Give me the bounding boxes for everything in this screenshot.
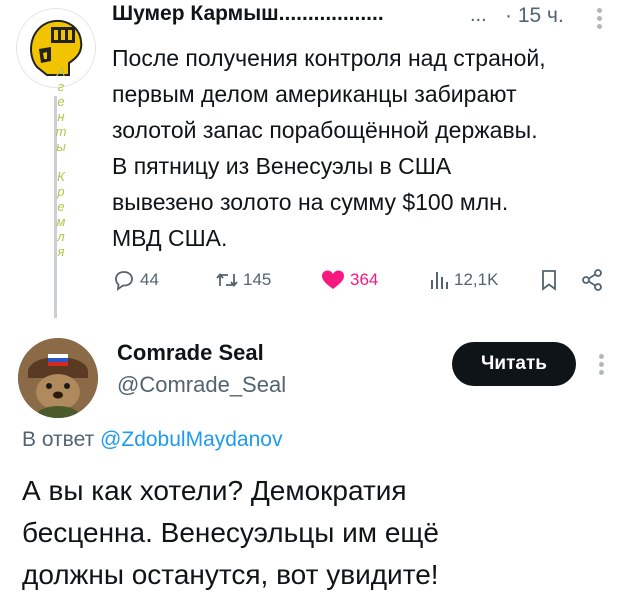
heart-icon <box>322 270 344 289</box>
vertical-label-letter: ы <box>56 139 66 154</box>
vertical-label: АгентыКремля <box>51 64 71 259</box>
author-name[interactable]: Шумер Кармыш.................. <box>112 2 384 26</box>
author-name[interactable]: Comrade Seal <box>117 340 264 366</box>
more-options-icon[interactable] <box>597 8 603 30</box>
author-avatar[interactable] <box>18 338 98 418</box>
bookmark-button[interactable] <box>538 268 560 292</box>
vertical-label-letter: е <box>57 94 65 109</box>
more-options-icon[interactable] <box>599 354 605 376</box>
vertical-label-letter: н <box>57 109 65 124</box>
repost-button[interactable]: 145 <box>214 268 271 292</box>
tweet-actions: 44 145 364 12,1K <box>112 268 612 298</box>
reply-icon <box>115 271 133 291</box>
vertical-label-letter: л <box>57 229 65 244</box>
bookmark-icon <box>542 270 556 291</box>
vertical-label-letter: м <box>56 214 66 229</box>
vertical-label-letter: А <box>56 64 66 79</box>
follow-button[interactable]: Читать <box>452 342 576 386</box>
like-count: 364 <box>350 270 379 289</box>
reply-button[interactable]: 44 <box>112 268 159 292</box>
tweet-time[interactable]: · 15 ч. <box>505 4 564 28</box>
views-button[interactable]: 12,1K <box>428 268 498 292</box>
vertical-label-letter: е <box>57 199 65 214</box>
repost-count: 145 <box>243 270 272 289</box>
like-button[interactable]: 364 <box>320 268 378 292</box>
share-button[interactable] <box>580 268 604 292</box>
tweet-text: После получения контроля над страной, пе… <box>112 45 546 251</box>
vertical-label-letter: я <box>57 244 65 259</box>
vertical-label-letter: т <box>55 124 67 139</box>
views-count: 12,1K <box>454 270 499 289</box>
reply-mention-link[interactable]: @ZdobulMaydanov <box>100 428 282 451</box>
share-icon <box>582 269 602 291</box>
reply-prefix: В ответ <box>22 428 95 451</box>
reply-context: В ответ @ZdobulMaydanov <box>22 428 282 452</box>
vertical-label-letter: К <box>57 169 65 184</box>
reply-count: 44 <box>140 270 159 289</box>
vertical-label-letter: р <box>57 184 65 199</box>
author-handle[interactable]: @Comrade_Seal <box>117 372 286 398</box>
tweet-text: А вы как хотели? Демократия бесценна. Ве… <box>22 475 440 590</box>
views-icon <box>431 272 448 289</box>
vertical-label-letter: г <box>57 79 65 94</box>
name-overflow: ... <box>470 4 487 26</box>
repost-icon <box>216 273 238 287</box>
avatar-image <box>18 338 98 418</box>
